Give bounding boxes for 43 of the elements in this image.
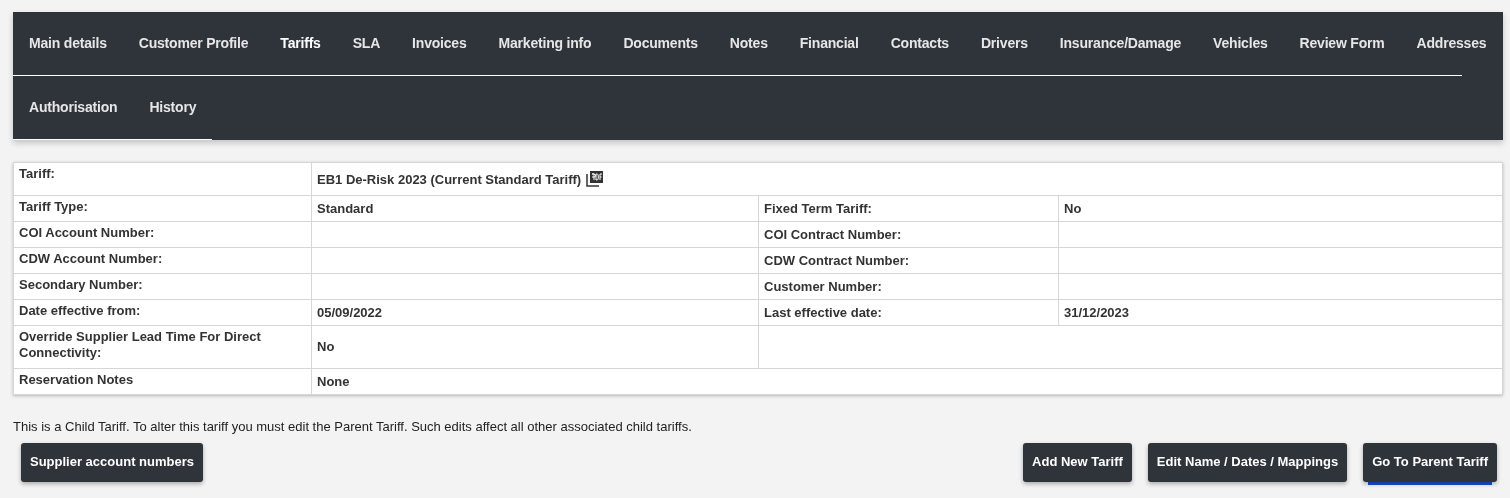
nav-tab[interactable]: Marketing info — [482, 12, 608, 75]
field-label: Override Supplier Lead Time For Direct Connectivity: — [13, 325, 312, 369]
field-label: Customer Number: — [758, 273, 1059, 300]
field-label: Date effective from: — [13, 299, 312, 326]
action-button[interactable]: Add New Tariff — [1023, 442, 1132, 482]
nav-tab[interactable]: Vehicles — [1197, 12, 1284, 75]
nav-tab[interactable]: Documents — [607, 12, 714, 75]
field-label: Tariff: — [13, 162, 312, 196]
field-value: 31/12/2023 — [1058, 299, 1503, 326]
nav-tab[interactable]: Invoices — [396, 12, 483, 75]
field-label: Reservation Notes — [13, 368, 312, 395]
nav-tab[interactable]: Drivers — [964, 12, 1044, 75]
pdf-icon[interactable] — [586, 170, 604, 187]
nav-tab[interactable]: Insurance/Damage — [1043, 12, 1198, 75]
action-button[interactable]: Edit Name / Dates / Mappings — [1147, 442, 1348, 482]
child-tariff-notice: This is a Child Tariff. To alter this tariff you must edit the Parent Tariff. Such edits affect all other associated child tariffs. — [13, 418, 693, 436]
nav-tab[interactable]: Authorisation — [13, 76, 134, 139]
field-value: 05/09/2022 — [311, 299, 759, 326]
field-label: CDW Account Number: — [13, 247, 312, 274]
nav-tab[interactable]: Tariffs — [264, 12, 337, 75]
field-label: Secondary Number: — [13, 273, 312, 300]
action-button[interactable]: Supplier account numbers — [21, 442, 203, 482]
field-value: No — [1058, 195, 1503, 222]
nav-tab[interactable]: SLA — [336, 12, 397, 75]
nav-tab[interactable]: Customer Profile — [122, 12, 265, 75]
field-label: Fixed Term Tariff: — [758, 195, 1059, 222]
field-label: COI Account Number: — [13, 221, 312, 248]
nav-tab[interactable]: Notes — [713, 12, 784, 75]
field-label: Last effective date: — [758, 299, 1059, 326]
action-button[interactable]: Go To Parent Tariff — [1363, 442, 1497, 482]
field-label: Tariff Type: — [13, 195, 312, 222]
nav-tab[interactable]: Addresses — [1400, 12, 1503, 75]
nav-tab[interactable]: Review Form — [1283, 12, 1401, 75]
nav-tab[interactable]: History — [133, 76, 213, 139]
field-value: EB1 De-Risk 2023 (Current Standard Tariff) — [317, 171, 582, 187]
field-label: COI Contract Number: — [758, 221, 1059, 248]
field-value: Standard — [311, 195, 759, 222]
field-value: No — [311, 325, 759, 369]
field-value: None — [311, 368, 1503, 395]
nav-tab[interactable]: Financial — [783, 12, 875, 75]
nav-tab[interactable]: Main details — [13, 12, 123, 75]
field-label: CDW Contract Number: — [758, 247, 1059, 274]
nav-tab[interactable]: Contacts — [874, 12, 965, 75]
